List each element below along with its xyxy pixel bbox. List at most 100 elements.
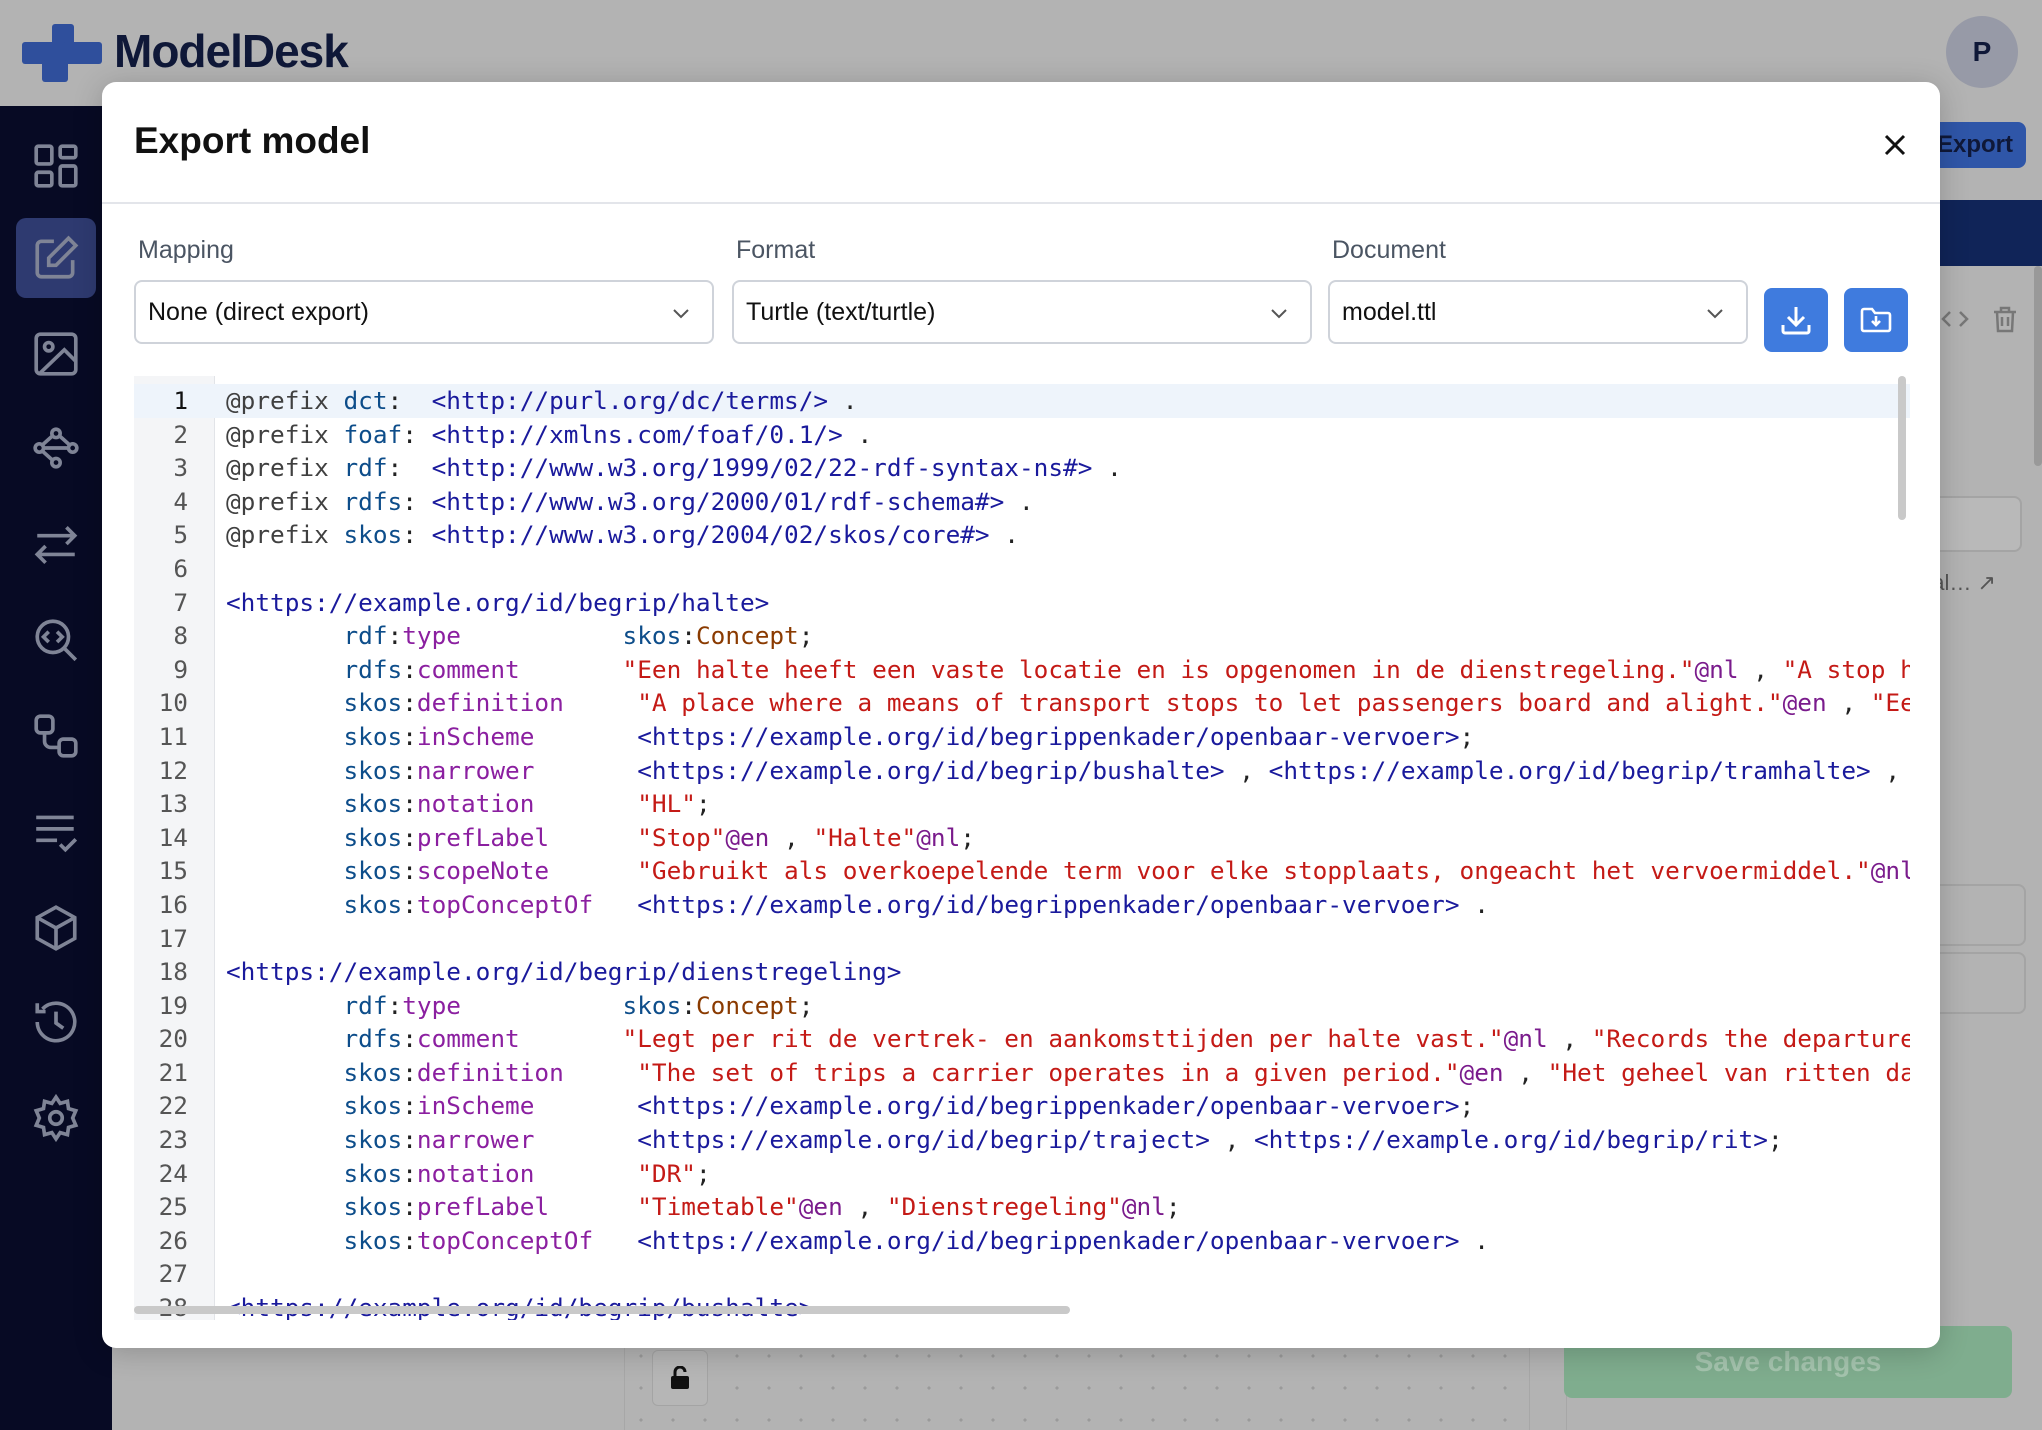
line-number: 22 bbox=[158, 1091, 188, 1121]
code-token: @prefix bbox=[226, 386, 344, 415]
nav-shapes[interactable] bbox=[16, 696, 96, 776]
trash-icon[interactable] bbox=[1990, 304, 2020, 334]
line-code: rdfs:comment "Een halte heeft een vaste … bbox=[226, 653, 1910, 687]
line-code: skos:definition "The set of trips a carr… bbox=[226, 1056, 1910, 1090]
export-model-dialog: Export model Mapping None (direct export… bbox=[102, 82, 1940, 1348]
line-code: skos:narrower <https://example.org/id/be… bbox=[226, 1123, 1783, 1157]
save-to-folder-button[interactable] bbox=[1844, 288, 1908, 352]
code-token: <https://example.org/id/begrippenkader/o… bbox=[637, 1225, 1460, 1255]
code-token: : bbox=[402, 419, 432, 449]
code-token: <https://example.org/id/begrippenkader/o… bbox=[637, 889, 1460, 919]
code-token: narrower bbox=[416, 1125, 535, 1155]
code-token: : bbox=[402, 1225, 417, 1255]
line-code: @prefix rdf: <http://www.w3.org/1999/02/… bbox=[226, 451, 1122, 485]
nav-mapping[interactable] bbox=[16, 504, 96, 584]
code-token: "Halte" bbox=[813, 822, 917, 852]
code-token: "Gebruikt als overkoepelende term voor e… bbox=[637, 856, 1871, 886]
nav-search-code[interactable] bbox=[16, 600, 96, 680]
code-token: skos bbox=[343, 721, 403, 751]
line-number: 10 bbox=[158, 688, 188, 718]
code-token: ; bbox=[1767, 1125, 1783, 1155]
horizontal-scrollbar[interactable] bbox=[134, 1306, 1070, 1314]
code-token: @en bbox=[1782, 688, 1827, 718]
code-token: @prefix bbox=[226, 520, 344, 550]
model-canvas[interactable] bbox=[624, 1340, 1530, 1430]
mapping-select[interactable]: None (direct export) bbox=[134, 280, 714, 344]
code-token: : bbox=[402, 688, 417, 718]
line-code: @prefix skos: <http://www.w3.org/2004/02… bbox=[226, 518, 1019, 552]
code-line: 20 rdfs:comment "Legt per rit de vertrek… bbox=[134, 1022, 1910, 1056]
list-check-icon bbox=[36, 815, 78, 853]
format-select[interactable]: Turtle (text/turtle) bbox=[732, 280, 1312, 344]
nav-graph[interactable] bbox=[16, 408, 96, 488]
line-number: 26 bbox=[158, 1225, 188, 1255]
code-token: "Het geheel van ritten dat e bbox=[1547, 1057, 1910, 1087]
code-token: <https://example.org/id/begrip/bushalte> bbox=[637, 755, 1225, 785]
nav-images[interactable] bbox=[16, 314, 96, 394]
code-token: prefLabel bbox=[416, 1192, 550, 1222]
code-line: 9 rdfs:comment "Een halte heeft een vast… bbox=[134, 653, 1910, 687]
vertical-scrollbar[interactable] bbox=[1898, 376, 1906, 520]
code-token: prefLabel bbox=[416, 822, 550, 852]
code-token: "Timetable" bbox=[637, 1192, 799, 1222]
line-code: <https://example.org/id/begrip/dienstreg… bbox=[226, 955, 901, 989]
code-line: 4 @prefix rdfs: <http://www.w3.org/2000/0… bbox=[134, 485, 1910, 519]
search-code-icon bbox=[35, 619, 78, 662]
code-token: skos bbox=[343, 1225, 403, 1255]
code-token: "HL" bbox=[637, 789, 696, 819]
code-token: <https://example.org/id/begrip/rit> bbox=[1253, 1125, 1768, 1155]
close-button[interactable] bbox=[1872, 122, 1918, 168]
line-code: <https://example.org/id/begrip/halte> bbox=[226, 586, 769, 620]
document-select[interactable]: model.ttl bbox=[1328, 280, 1748, 344]
sidebar bbox=[0, 106, 112, 1430]
code-token: scopeNote bbox=[416, 856, 550, 886]
nav-editor[interactable] bbox=[16, 218, 96, 298]
download-button[interactable] bbox=[1764, 288, 1828, 352]
code-token: , bbox=[1826, 688, 1871, 718]
code-token: "A stop has bbox=[1782, 654, 1910, 684]
line-number: 23 bbox=[158, 1125, 188, 1155]
code-token: : bbox=[402, 789, 417, 819]
code-icon[interactable] bbox=[1940, 304, 1970, 334]
code-token: topConceptOf bbox=[416, 889, 594, 919]
code-token: @nl bbox=[1503, 1024, 1548, 1054]
code-line: 12 skos:narrower <https://example.org/id… bbox=[134, 754, 1910, 788]
code-token: . bbox=[1459, 1225, 1489, 1255]
user-avatar[interactable]: P bbox=[1946, 16, 2018, 88]
code-token: "The set of trips a carrier operates in … bbox=[637, 1057, 1460, 1087]
nav-history[interactable] bbox=[16, 982, 96, 1062]
nav-packages[interactable] bbox=[16, 888, 96, 968]
code-token: : bbox=[681, 990, 696, 1020]
line-code: skos:prefLabel "Timetable"@en , "Dienstr… bbox=[226, 1190, 1180, 1224]
line-number: 14 bbox=[158, 822, 188, 852]
line-number: 15 bbox=[158, 856, 188, 886]
lock-icon bbox=[671, 1366, 689, 1389]
code-token: skos bbox=[343, 1125, 403, 1155]
panel-scrollbar[interactable] bbox=[2034, 266, 2042, 466]
panel-header-band bbox=[1930, 200, 2042, 266]
code-token: foaf bbox=[343, 419, 403, 449]
code-editor[interactable]: 1 @prefix dct: <http://purl.org/dc/terms/… bbox=[134, 376, 1910, 1320]
code-token: skos bbox=[343, 688, 403, 718]
code-line: 25 skos:prefLabel "Timetable"@en , "Dien… bbox=[134, 1190, 1910, 1224]
code-token: <http://xmlns.com/foaf/0.1/> bbox=[431, 419, 843, 449]
mapping-label: Mapping bbox=[138, 236, 234, 264]
line-number: 8 bbox=[173, 621, 188, 651]
code-token: skos bbox=[343, 1192, 403, 1222]
lock-button[interactable] bbox=[652, 1350, 708, 1406]
code-token: ; bbox=[1459, 721, 1475, 751]
code-token: rdfs bbox=[343, 486, 403, 516]
nav-settings[interactable] bbox=[16, 1078, 96, 1158]
code-token: skos bbox=[622, 621, 682, 651]
code-line: 1 @prefix dct: <http://purl.org/dc/terms/… bbox=[134, 384, 1910, 418]
code-token: . bbox=[828, 386, 858, 415]
nav-checklist[interactable] bbox=[16, 792, 96, 872]
nav-dashboard[interactable] bbox=[16, 126, 96, 206]
